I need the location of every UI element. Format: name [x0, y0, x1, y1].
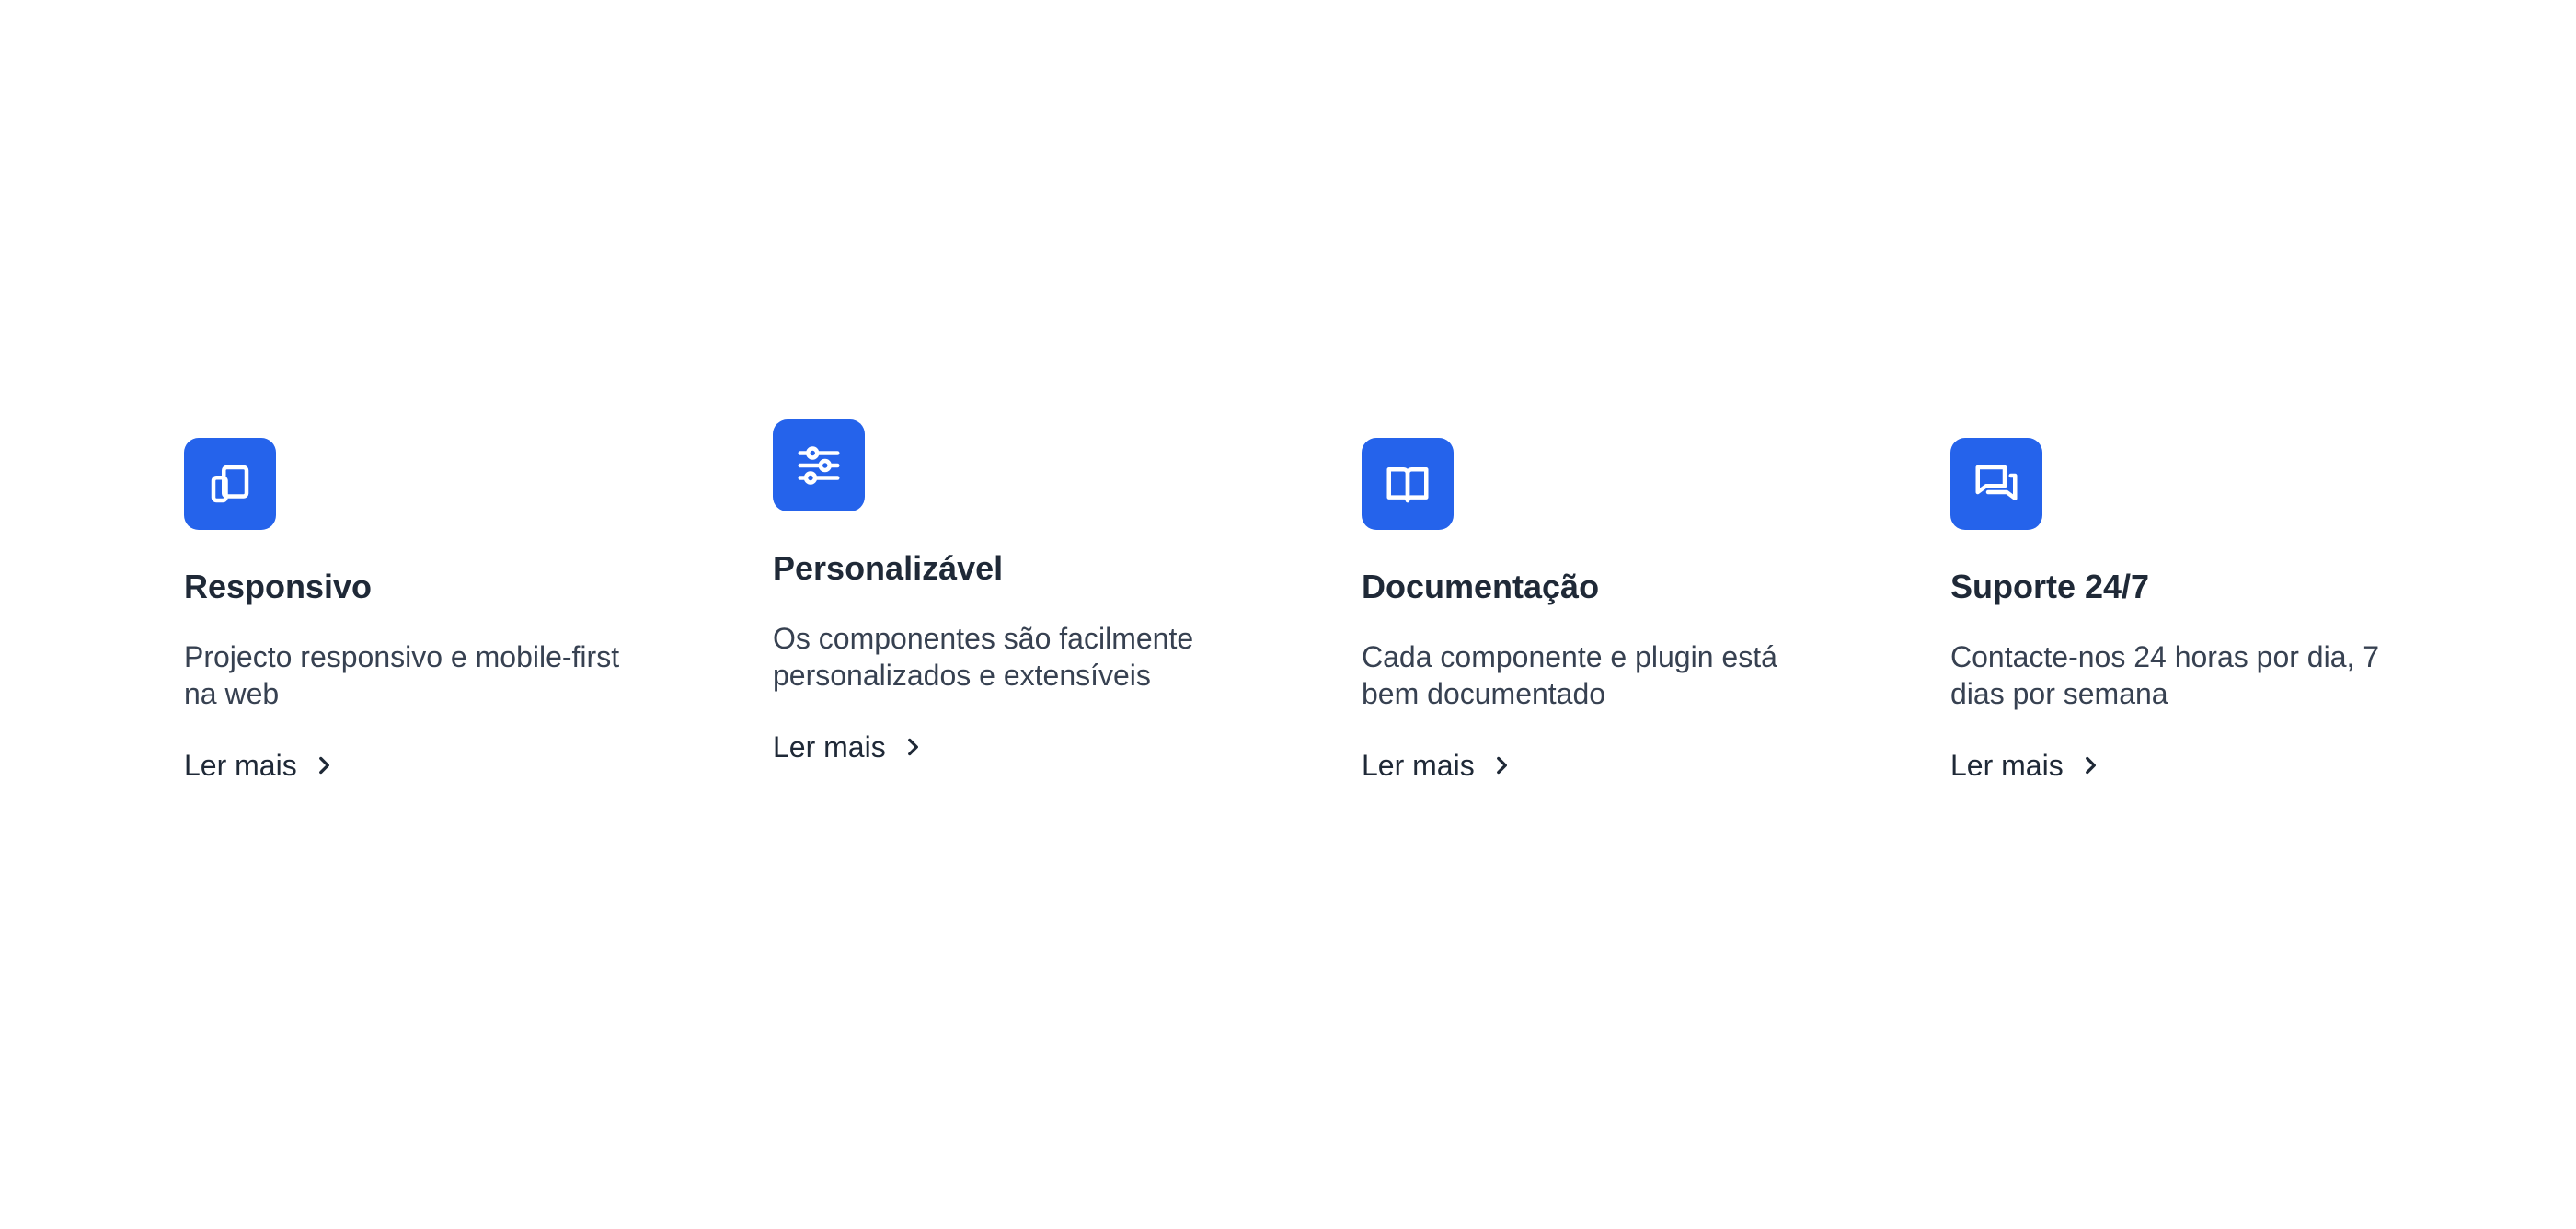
- feature-card-responsive: Responsivo Projecto responsivo e mobile-…: [184, 438, 644, 784]
- read-more-link[interactable]: Ler mais: [1362, 747, 1513, 784]
- chevron-right-icon: [312, 753, 336, 777]
- features-section: Responsivo Projecto responsivo e mobile-…: [0, 0, 2576, 1229]
- chevron-right-icon: [901, 735, 925, 759]
- chevron-right-icon: [1489, 753, 1513, 777]
- read-more-label: Ler mais: [1362, 749, 1475, 782]
- read-more-label: Ler mais: [184, 749, 297, 782]
- chevron-right-icon: [2078, 753, 2102, 777]
- chat-bubbles-icon: [1950, 438, 2042, 530]
- sliders-icon: [773, 419, 865, 511]
- read-more-label: Ler mais: [773, 730, 886, 764]
- feature-card-support: Suporte 24/7 Contacte-nos 24 horas por d…: [1950, 438, 2410, 784]
- feature-title: Suporte 24/7: [1950, 568, 2150, 605]
- read-more-link[interactable]: Ler mais: [184, 747, 336, 784]
- feature-title: Responsivo: [184, 568, 373, 605]
- feature-description: Os componentes são facilmente personaliz…: [773, 622, 1194, 692]
- feature-card-customizable: Personalizável Os componentes são facilm…: [773, 419, 1233, 765]
- feature-title: Personalizável: [773, 549, 1004, 587]
- read-more-label: Ler mais: [1950, 749, 2064, 782]
- book-open-icon: [1362, 438, 1454, 530]
- devices-icon: [184, 438, 276, 530]
- read-more-link[interactable]: Ler mais: [773, 729, 925, 765]
- feature-description: Contacte-nos 24 horas por dia, 7 dias po…: [1950, 640, 2380, 710]
- read-more-link[interactable]: Ler mais: [1950, 747, 2102, 784]
- feature-description: Projecto responsivo e mobile-first na we…: [184, 640, 620, 710]
- feature-card-documentation: Documentação Cada componente e plugin es…: [1362, 438, 1822, 784]
- feature-description: Cada componente e plugin está bem docume…: [1362, 640, 1777, 710]
- feature-title: Documentação: [1362, 568, 1600, 605]
